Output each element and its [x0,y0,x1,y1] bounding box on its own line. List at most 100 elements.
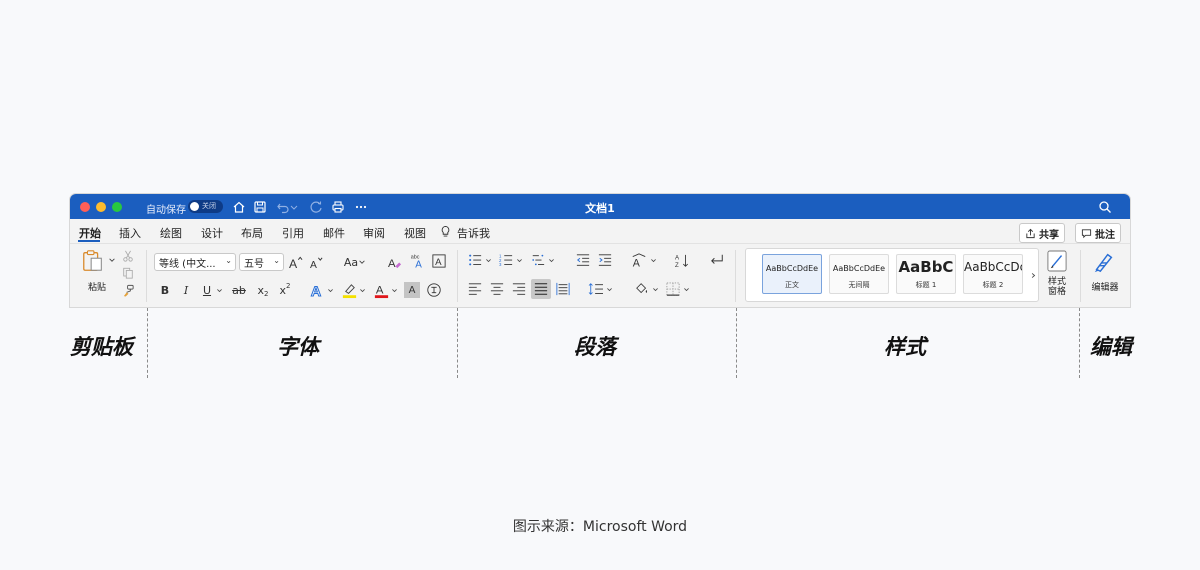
svg-text:A: A [289,257,298,270]
font-name-value: 等线 (中文... [159,258,216,270]
sort-icon[interactable]: AZ [674,252,690,270]
title-bar: 自动保存 关闭 文档1 [70,194,1130,219]
share-button[interactable]: 共享 [1019,223,1065,243]
style-sample: AaBbC [898,258,954,276]
svg-text:A: A [387,258,395,270]
borders-dropdown-icon[interactable] [682,284,690,294]
svg-text:A: A [675,254,680,261]
asian-layout-icon[interactable]: A [630,252,648,270]
tab-review[interactable]: 审阅 [363,225,385,241]
styles-pane-icon[interactable] [1046,249,1068,273]
italic-button[interactable]: I [178,281,194,299]
align-right-icon[interactable] [511,280,527,298]
group-label-editing: 编辑 [1090,335,1132,359]
show-formatting-marks-icon[interactable] [708,252,726,268]
chevron-down-icon [359,260,365,264]
shading-dropdown-icon[interactable] [651,284,659,294]
bullets-dropdown-icon[interactable] [484,255,492,265]
comment-icon [1081,228,1092,238]
font-color-icon[interactable]: A [372,280,390,300]
gallery-next-icon[interactable] [1028,269,1038,281]
group-divider [147,308,148,378]
svg-text:A: A [633,257,641,269]
numbering-icon[interactable]: 123 [498,252,514,268]
style-heading-1[interactable]: AaBbC 标题 1 [896,254,956,294]
tab-home[interactable]: 开始 [79,225,101,241]
group-separator [1080,250,1081,302]
svg-text:A: A [310,284,320,299]
align-left-icon[interactable] [467,280,483,298]
font-size-select[interactable]: 五号 ⌄ [239,253,284,271]
character-border-icon[interactable]: A [431,253,447,269]
tab-layout[interactable]: 布局 [241,225,263,241]
svg-text:A: A [310,260,317,270]
editor-icon[interactable] [1091,249,1117,275]
tab-mailings[interactable]: 邮件 [323,225,345,241]
ribbon-tabs: 开始 插入 绘图 设计 布局 引用 邮件 审阅 视图 告诉我 共享 批注 [70,219,1130,243]
asian-layout-dropdown-icon[interactable] [649,255,657,265]
enclose-character-icon[interactable] [425,281,443,299]
paste-icon[interactable] [80,248,106,274]
underline-dropdown-icon[interactable] [215,285,223,295]
clear-formatting-icon[interactable]: A [385,253,403,271]
numbering-dropdown-icon[interactable] [515,255,523,265]
styles-gallery: AaBbCcDdEe 正文 AaBbCcDdEe 无间隔 AaBbC 标题 1 … [745,248,1039,302]
bold-button[interactable]: B [157,281,173,299]
highlight-dropdown-icon[interactable] [358,285,366,295]
superscript-button[interactable]: x2 [276,281,294,299]
paste-label: 粘贴 [87,283,106,293]
style-sample: AaBbCcDdEe [765,264,819,273]
multilevel-dropdown-icon[interactable] [547,255,555,265]
phonetic-guide-icon[interactable]: abc A [408,251,428,271]
tab-design[interactable]: 设计 [201,225,223,241]
styles-pane-label: 样式 窗格 [1047,277,1066,297]
text-effects-icon[interactable]: A [308,280,326,300]
increase-indent-icon[interactable] [597,252,613,268]
shading-icon[interactable] [633,280,651,298]
cut-icon[interactable] [121,249,135,263]
search-icon[interactable] [1097,199,1113,215]
font-color-dropdown-icon[interactable] [390,285,398,295]
text-effects-dropdown-icon[interactable] [326,285,334,295]
group-divider [736,308,737,378]
subscript-button[interactable]: x2 [254,281,272,299]
lightbulb-icon[interactable] [439,224,451,238]
image-source-caption: 图示来源：Microsoft Word [512,519,688,535]
multilevel-list-icon[interactable] [530,252,546,268]
tab-references[interactable]: 引用 [282,225,304,241]
grow-font-icon[interactable]: A [287,253,304,271]
align-center-icon[interactable] [489,280,505,298]
paste-dropdown-icon[interactable] [107,255,117,265]
strikethrough-button[interactable]: ab [230,281,248,299]
tab-view[interactable]: 视图 [404,225,426,241]
style-normal[interactable]: AaBbCcDdEe 正文 [762,254,822,294]
decrease-indent-icon[interactable] [575,252,591,268]
bullets-icon[interactable] [467,252,483,268]
tell-me-search[interactable]: 告诉我 [457,225,490,241]
group-separator [735,250,736,302]
document-title: 文档1 [585,202,615,215]
active-tab-indicator [78,240,100,242]
style-name: 正文 [785,281,799,289]
shrink-font-icon[interactable]: A [308,253,325,271]
tab-insert[interactable]: 插入 [119,225,141,241]
comments-button[interactable]: 批注 [1075,223,1121,243]
borders-icon[interactable] [665,280,681,298]
change-case-button[interactable]: Aa [340,253,370,271]
svg-text:A: A [375,284,383,296]
justify-icon[interactable] [531,279,551,299]
line-spacing-icon[interactable] [587,280,605,298]
distributed-icon[interactable] [555,280,571,298]
highlight-icon[interactable] [340,280,358,300]
style-name: 标题 2 [982,281,1004,289]
style-heading-2[interactable]: AaBbCcDc 标题 2 [963,254,1023,294]
line-spacing-dropdown-icon[interactable] [605,284,613,294]
font-name-select[interactable]: 等线 (中文... ⌄ [154,253,236,271]
tab-draw[interactable]: 绘图 [160,225,182,241]
copy-icon[interactable] [121,266,135,280]
underline-button[interactable]: U [199,281,215,299]
character-shading-button[interactable]: A [404,282,420,298]
group-divider [457,308,458,378]
style-no-spacing[interactable]: AaBbCcDdEe 无间隔 [829,254,889,294]
format-painter-icon[interactable] [121,283,135,297]
